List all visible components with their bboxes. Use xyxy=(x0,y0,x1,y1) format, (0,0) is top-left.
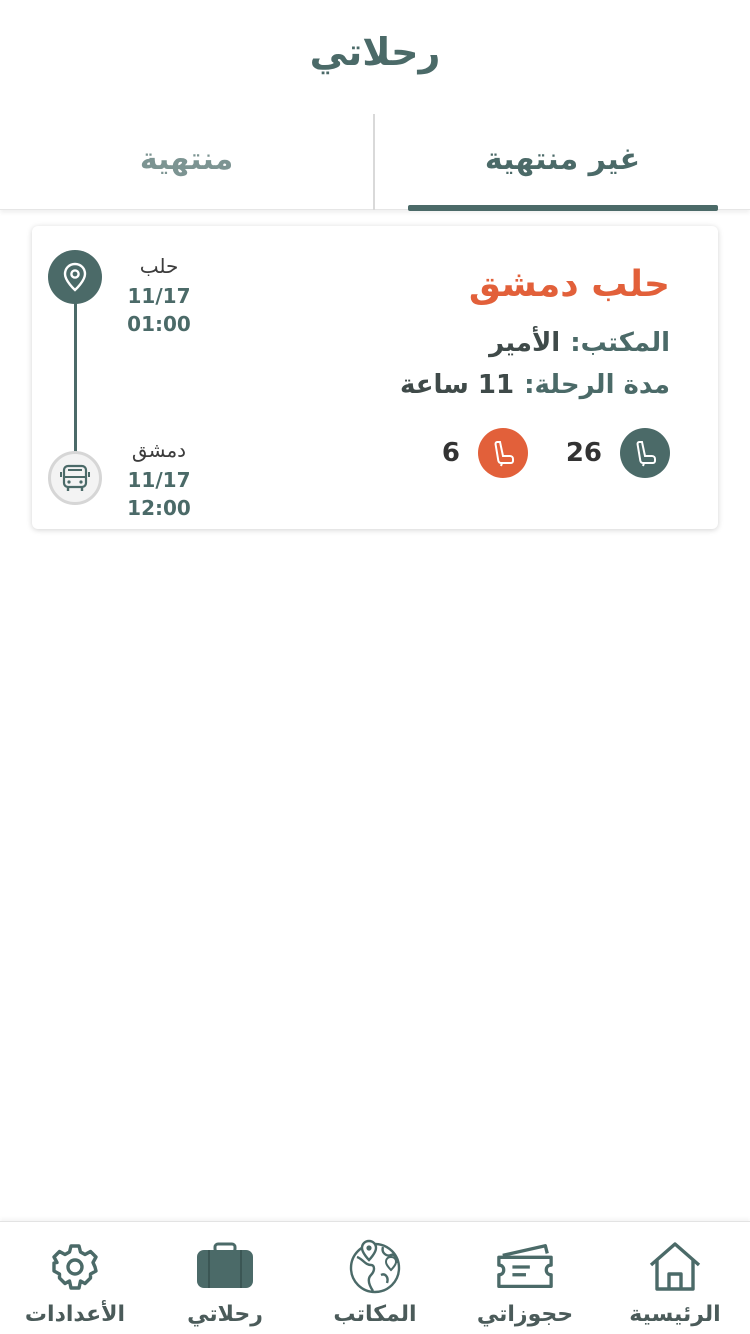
route-title: حلب دمشق xyxy=(468,264,670,305)
destination-city: دمشق xyxy=(131,438,187,462)
destination-time: 11/17 12:00 xyxy=(127,468,191,520)
total-seats-count: 26 xyxy=(565,438,602,468)
bottom-navigation: الأعدادات رحلاتي المكاتب حجوزاتي الرئيسي… xyxy=(0,1221,750,1334)
app-header: رحلاتي xyxy=(0,0,750,114)
bus-icon xyxy=(48,451,102,505)
origin-city: حلب xyxy=(139,254,179,278)
nav-item-offices[interactable]: المكاتب xyxy=(300,1222,450,1334)
origin-time: 11/17 01:00 xyxy=(127,284,191,336)
nav-label-settings: الأعدادات xyxy=(24,1302,126,1327)
ticket-icon xyxy=(495,1240,555,1294)
destination-stop: دمشق 11/17 12:00 xyxy=(104,438,214,522)
duration-row: مدة الرحلة: 11 ساعة xyxy=(400,370,670,400)
nav-item-home[interactable]: الرئيسية xyxy=(600,1222,750,1334)
home-icon xyxy=(645,1240,705,1294)
suitcase-icon xyxy=(195,1240,255,1294)
seat-icon xyxy=(478,428,528,478)
tab-unfinished-label: غير منتهية xyxy=(484,142,641,177)
duration-value: 11 ساعة xyxy=(400,370,515,400)
seat-icon xyxy=(620,428,670,478)
location-pin-icon xyxy=(48,250,102,304)
nav-label-offices: المكاتب xyxy=(333,1302,417,1327)
office-label: المكتب: xyxy=(570,328,670,358)
gear-icon xyxy=(45,1240,105,1294)
nav-item-my-trips[interactable]: رحلاتي xyxy=(150,1222,300,1334)
office-row: المكتب: الأمير xyxy=(489,328,670,358)
active-tab-indicator xyxy=(408,205,718,211)
trip-card[interactable]: حلب 11/17 01:00 دمشق 11/17 12:00 حلب دمش… xyxy=(32,226,718,529)
timeline-line xyxy=(74,286,77,456)
nav-label-bookings: حجوزاتي xyxy=(476,1302,574,1327)
nav-item-settings[interactable]: الأعدادات xyxy=(0,1222,150,1334)
tab-unfinished[interactable]: غير منتهية xyxy=(375,114,750,211)
page-title: رحلاتي xyxy=(309,30,441,74)
tab-finished-label: منتهية xyxy=(139,142,234,177)
total-seats: 26 xyxy=(566,428,670,478)
nav-item-bookings[interactable]: حجوزاتي xyxy=(450,1222,600,1334)
reserved-seats-count: 6 xyxy=(441,438,460,468)
origin-stop: حلب 11/17 01:00 xyxy=(104,254,214,338)
tab-finished[interactable]: منتهية xyxy=(0,114,375,210)
reserved-seats: 6 xyxy=(442,428,528,478)
nav-label-my-trips: رحلاتي xyxy=(187,1302,263,1327)
duration-label: مدة الرحلة: xyxy=(524,370,670,400)
office-value: الأمير xyxy=(489,328,561,358)
trip-status-tabs: منتهية غير منتهية xyxy=(0,114,750,211)
nav-label-home: الرئيسية xyxy=(629,1302,721,1327)
globe-icon xyxy=(345,1239,405,1294)
